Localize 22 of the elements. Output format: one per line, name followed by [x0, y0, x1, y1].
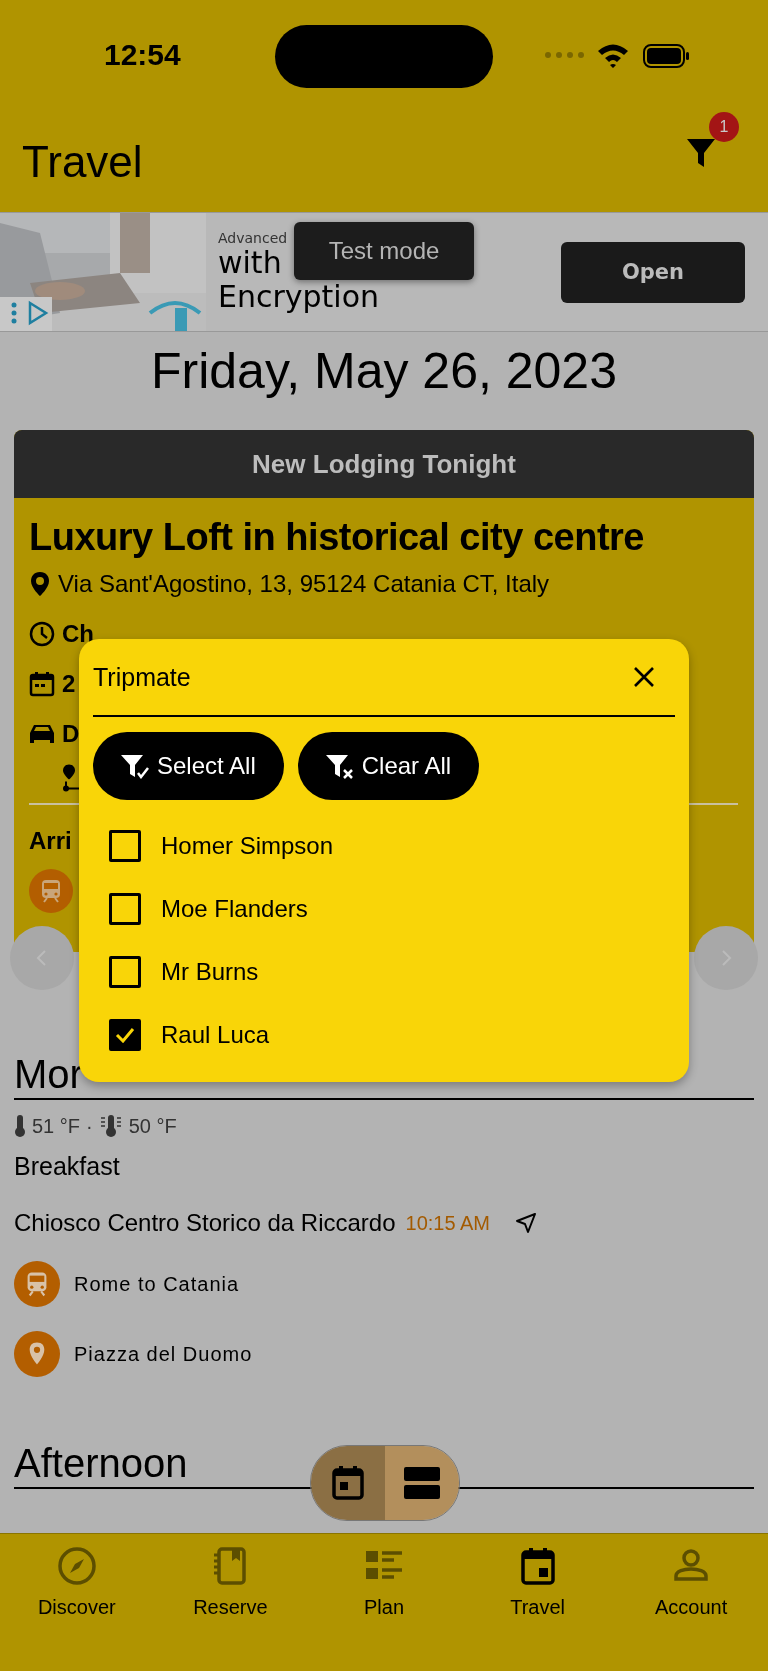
- page-title: Travel: [22, 137, 143, 187]
- test-mode-toast: Test mode: [294, 222, 474, 280]
- ad-text: Advanced: [218, 230, 288, 246]
- notification-badge: 1: [709, 112, 739, 142]
- ad-headline: with: [218, 246, 282, 280]
- place-name: Chiosco Centro Storico da Riccardo: [14, 1209, 396, 1237]
- temperature-text: 51 °F: [32, 1114, 81, 1138]
- lodging-name: Luxury Loft in historical city centre: [29, 516, 645, 559]
- ad-headline: Encryption: [218, 280, 380, 314]
- check-in-text: Ch: [62, 620, 94, 648]
- date-heading: Friday, May 26, 2023: [150, 342, 618, 401]
- separator-text: ·: [86, 1114, 93, 1138]
- date-text: 2: [62, 670, 76, 698]
- address-text: Via Sant'Agostino, 13, 95124 Catania CT, Italy: [58, 570, 550, 598]
- banner-title: New Lodging Tonight: [252, 448, 516, 480]
- time-text: 10:15 AM: [405, 1211, 491, 1235]
- feels-like-text: 50 °F: [128, 1114, 177, 1138]
- clock-time: 12:54: [104, 38, 181, 72]
- arrival-label: Arri: [29, 827, 72, 855]
- drive-text: D: [62, 720, 80, 748]
- dialog-title: Tripmate: [93, 662, 191, 692]
- meal-title: Breakfast: [14, 1152, 121, 1181]
